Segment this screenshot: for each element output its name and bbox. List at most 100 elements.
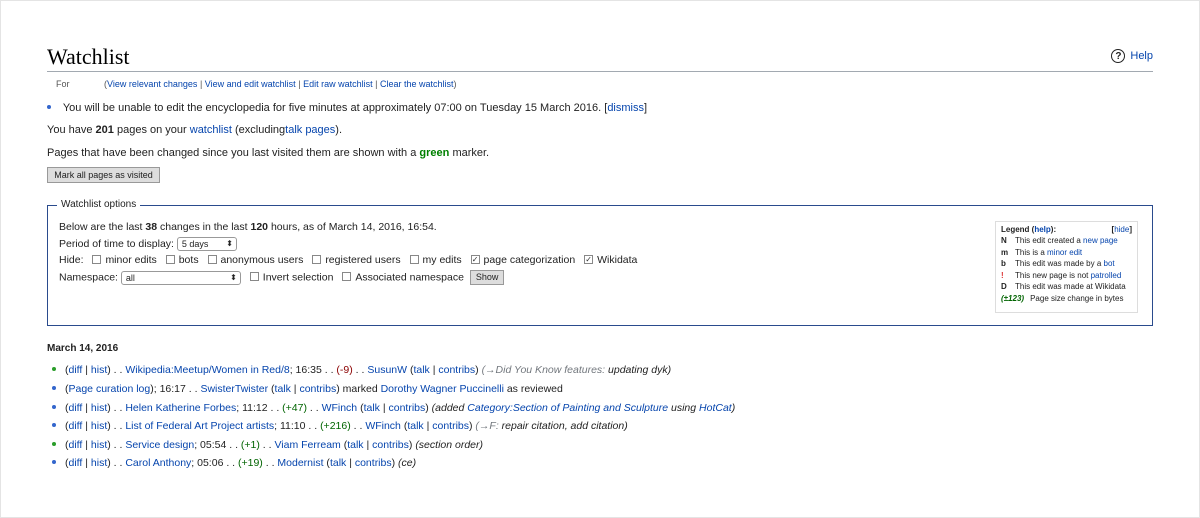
dismiss-link[interactable]: dismiss [607,102,644,114]
hide-anon-checkbox[interactable] [207,254,217,264]
invert-selection-checkbox[interactable] [249,272,259,281]
talk-link[interactable]: talk [364,402,380,414]
hist-link[interactable]: hist [91,402,107,414]
separator: | [199,79,203,89]
legend-row: D This edit was made at Wikidata [1001,281,1132,293]
page-link[interactable]: Service design [125,439,194,451]
page-header: Watchlist ? Help [47,44,1153,72]
category-link[interactable]: Category:Section of Painting and Sculptu… [467,402,668,414]
legend-head: Legend (help): [hide] [1001,225,1132,234]
legend-link[interactable]: minor edit [1047,248,1082,257]
notice-text: You will be unable to edit the encyclope… [62,102,602,114]
hide-registered-checkbox[interactable] [312,254,322,264]
legend-symbol: ! [1001,270,1004,280]
contribs-link[interactable]: contribs [388,402,425,414]
diff-link[interactable]: diff [69,457,83,469]
hist-link[interactable]: hist [91,420,107,432]
change-row: (Page curation log); 16:17 . . SwisterTw… [52,383,563,395]
legend-help-link[interactable]: help [1034,225,1050,234]
legend-link[interactable]: new page [1083,236,1118,245]
contribs-link[interactable]: contribs [372,439,409,451]
count-end: ). [335,124,343,136]
hist-link[interactable]: hist [91,364,107,376]
contribs-link[interactable]: contribs [438,364,475,376]
change-row: (diff | hist) . . Carol Anthony; 05:06 .… [52,457,416,469]
help-label[interactable]: Help [1130,50,1153,62]
page-link[interactable]: Helen Katherine Forbes [125,402,236,414]
unchanged-marker-icon [52,405,56,410]
diff-link[interactable]: diff [69,402,83,414]
hide-my-edits-checkbox[interactable] [409,254,419,264]
change-row: (diff | hist) . . List of Federal Art Pr… [52,420,628,432]
associated-label: Associated namespace [355,271,464,284]
user-link[interactable]: SusunW [367,364,407,376]
change-time: ; 05:54 . . [194,439,241,451]
namespace-select[interactable]: all ⬍ [120,270,241,285]
watchlist-subnav: For (View relevant changes | View and ed… [56,79,457,89]
legend-row: N This edit created a new page [1001,235,1132,247]
edit-summary: (→Did You Know features: updating dyk) [482,364,672,376]
legend-link[interactable]: bot [1104,259,1115,268]
diff-link[interactable]: diff [69,364,83,376]
date-heading: March 14, 2016 [47,343,119,354]
hist-link[interactable]: hist [91,439,107,451]
talk-link[interactable]: talk [330,457,346,469]
hist-link[interactable]: hist [91,457,107,469]
view-relevant-changes-link[interactable]: View relevant changes [107,79,197,89]
user-link[interactable]: WFinch [365,420,401,432]
contribs-link[interactable]: contribs [432,420,469,432]
page-link[interactable]: Carol Anthony [125,457,191,469]
period-select[interactable]: 5 days ⬍ [176,237,237,251]
user-link[interactable]: SwisterTwister [200,383,268,395]
hide-option-label: anonymous users [220,254,304,266]
user-link[interactable]: Modernist [277,457,323,469]
user-link[interactable]: WFinch [322,402,358,414]
change-row: (diff | hist) . . Service design; 05:54 … [52,439,483,451]
mark-all-visited-button[interactable]: Mark all pages as visited [47,167,160,183]
talk-link[interactable]: talk [275,383,291,395]
diff-link[interactable]: diff [69,439,83,451]
legend-hide-link[interactable]: hide [1114,225,1129,234]
namespace-row: Namespace: all ⬍ Invert selection Associ… [59,270,505,285]
edit-raw-watchlist-link[interactable]: Edit raw watchlist [303,79,373,89]
watchlist-link[interactable]: watchlist [190,124,232,136]
hide-bots-checkbox[interactable] [165,254,175,264]
view-edit-watchlist-link[interactable]: View and edit watchlist [205,79,296,89]
summary-prefix: Below are the last [59,221,143,233]
options-summary: Below are the last 38 changes in the las… [59,221,437,233]
talk-link[interactable]: talk [347,439,363,451]
changed-marker-icon [52,367,56,372]
select-arrow-icon: ⬍ [226,239,233,248]
legend-link[interactable]: patrolled [1091,271,1122,280]
show-button[interactable]: Show [469,270,505,285]
hide-categorization-checkbox[interactable]: ✓ [470,254,480,264]
change-row: (diff | hist) . . Wikipedia:Meetup/Women… [52,364,671,376]
page-count: 201 [95,124,114,136]
diff-link[interactable]: diff [69,420,83,432]
count-mid2: (excluding [235,124,286,136]
page-link[interactable]: List of Federal Art Project artists [125,420,274,432]
talk-pages-link[interactable]: talk pages [285,124,335,136]
user-link[interactable]: Viam Ferream [274,439,340,451]
clear-watchlist-link[interactable]: Clear the watchlist [380,79,454,89]
contribs-link[interactable]: contribs [355,457,392,469]
changed-prefix: Pages that have been changed since you l… [47,147,417,159]
reviewed-page-link[interactable]: Dorothy Wagner Puccinelli [381,383,504,395]
page-link[interactable]: Wikipedia:Meetup/Women in Red/8 [125,364,289,376]
contribs-link[interactable]: contribs [299,383,336,395]
legend-text: This edit created a [1015,236,1081,246]
hide-wikidata-checkbox[interactable]: ✓ [584,254,594,264]
help-link[interactable]: ? Help [1111,49,1153,63]
page-link[interactable]: Page curation log [69,383,151,395]
talk-link[interactable]: talk [407,420,423,432]
summary-section: (→Did You Know features: [481,364,606,376]
legend-symbol: b [1001,259,1006,269]
hotcat-link[interactable]: HotCat [699,402,732,414]
hide-minor-checkbox[interactable] [92,254,102,264]
associated-namespace-checkbox[interactable] [342,272,352,281]
legend-row: b This edit was made by a bot [1001,258,1132,270]
count-mid: pages on your [116,124,187,136]
changed-marker-info: Pages that have been changed since you l… [47,147,489,159]
count-prefix: You have [47,124,93,136]
talk-link[interactable]: talk [413,364,429,376]
